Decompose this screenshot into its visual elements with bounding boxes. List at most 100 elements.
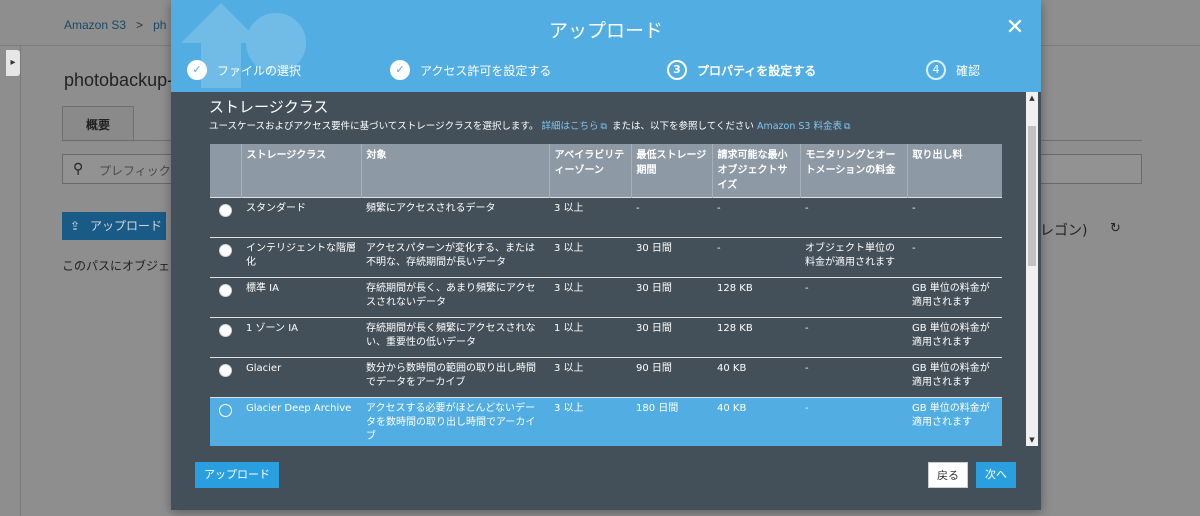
- header-min-storage-duration: 最低ストレージ期間: [630, 144, 712, 198]
- cell-retrieval-fee: -: [907, 197, 1002, 238]
- cell-use-case: 存続期間が長く頻繁にアクセスされない、重要性の低いデータ: [361, 317, 549, 358]
- external-link-icon: ⧉: [600, 122, 607, 132]
- description-text-2: または、以下を参照してください: [611, 121, 754, 132]
- cell-min-storage-duration: 30 日間: [631, 317, 712, 358]
- radio-button[interactable]: [219, 244, 232, 257]
- cell-min-storage-duration: 30 日間: [631, 237, 712, 278]
- step-number: 3: [667, 60, 687, 80]
- modal-content: ストレージクラス ユースケースおよびアクセス要件に基づいてストレージクラスを選択…: [195, 92, 1025, 446]
- radio-button[interactable]: [219, 364, 232, 377]
- step-label: アクセス許可を設定する: [420, 63, 552, 78]
- check-icon: ✓: [187, 60, 207, 80]
- cell-use-case: アクセスする必要がほとんどないデータを数時間の取り出し時間でアーカイブ: [361, 397, 549, 446]
- cell-use-case: 数分から数時間の範囲の取り出し時間でデータをアーカイブ: [361, 357, 549, 398]
- background-upload-button[interactable]: ⇪ アップロード: [62, 212, 166, 240]
- upload-icon: ⇪: [70, 219, 81, 233]
- empty-message: このパスにオブジェク: [62, 259, 183, 273]
- table-row[interactable]: スタンダード 頻繁にアクセスされるデータ 3 以上 - - - -: [210, 197, 1002, 238]
- upload-modal: アップロード ✕ ✓ ファイルの選択 ✓ アクセス許可を設定する 3 プロパティ…: [171, 0, 1041, 510]
- cell-min-object-size: 128 KB: [712, 317, 800, 358]
- step-number: 4: [926, 60, 946, 80]
- check-icon: ✓: [390, 60, 410, 80]
- table-row[interactable]: インテリジェントな階層化 アクセスパターンが変化する、または不明な、存続期間が長…: [210, 237, 1002, 278]
- tab-overview[interactable]: 概要: [62, 106, 134, 142]
- breadcrumb-bucket[interactable]: ph: [153, 18, 166, 32]
- step-label: 確認: [956, 63, 981, 78]
- scrollbar-thumb[interactable]: [1028, 126, 1036, 266]
- cell-use-case: 存続期間が長く、あまり頻繁にアクセスされないデータ: [361, 277, 549, 318]
- cell-retrieval-fee: GB 単位の料金が適用されます: [907, 277, 1002, 318]
- background-upload-label: アップロード: [90, 219, 163, 233]
- table-row[interactable]: 1 ゾーン IA 存続期間が長く頻繁にアクセスされない、重要性の低いデータ 1 …: [210, 317, 1002, 358]
- close-icon[interactable]: ✕: [1003, 16, 1027, 40]
- bucket-title: photobackup-: [64, 70, 174, 90]
- cell-monitoring-fee: -: [800, 317, 907, 358]
- breadcrumb-s3[interactable]: Amazon S3: [64, 18, 126, 32]
- cell-availability-zones: 3 以上: [549, 237, 631, 278]
- cell-availability-zones: 3 以上: [549, 357, 631, 398]
- step-select-files[interactable]: ✓ ファイルの選択: [187, 60, 301, 80]
- external-link-icon: ⧉: [843, 122, 851, 132]
- section-description: ユースケースおよびアクセス要件に基づいてストレージクラスを選択します。 詳細はこ…: [209, 118, 852, 132]
- cell-storage-class: Glacier Deep Archive: [241, 397, 361, 446]
- upload-button[interactable]: アップロード: [195, 462, 279, 488]
- cell-monitoring-fee: -: [800, 357, 907, 398]
- sidebar-divider: [20, 46, 21, 516]
- cell-min-storage-duration: -: [631, 197, 712, 238]
- scroll-up-icon[interactable]: ▲: [1026, 92, 1038, 104]
- breadcrumb: Amazon S3 > ph: [64, 18, 166, 32]
- radio-button[interactable]: [219, 324, 232, 337]
- content-scrollbar[interactable]: ▲ ▼: [1026, 92, 1038, 446]
- details-link[interactable]: 詳細はこちら: [542, 121, 599, 132]
- radio-button[interactable]: [219, 284, 232, 297]
- header-retrieval-fee: 取り出し料: [906, 144, 1002, 198]
- description-text: ユースケースおよびアクセス要件に基づいてストレージクラスを選択します。: [209, 121, 539, 132]
- section-title: ストレージクラス: [209, 98, 329, 116]
- cell-monitoring-fee: -: [800, 397, 907, 446]
- next-button[interactable]: 次へ: [976, 462, 1016, 488]
- header-storage-class: ストレージクラス: [240, 144, 361, 198]
- cell-min-object-size: -: [712, 237, 800, 278]
- header-monitoring-fee: モニタリングとオートメーションの料金: [799, 144, 907, 198]
- cell-min-object-size: 128 KB: [712, 277, 800, 318]
- step-permissions[interactable]: ✓ アクセス許可を設定する: [390, 60, 551, 80]
- cell-monitoring-fee: -: [800, 197, 907, 238]
- sidebar-toggle-icon[interactable]: ▸: [6, 50, 20, 76]
- storage-class-table: ストレージクラス 対象 アベイラビリティーゾーン 最低ストレージ期間 請求可能な…: [210, 144, 1002, 446]
- cell-min-object-size: 40 KB: [712, 397, 800, 446]
- step-review[interactable]: 4 確認: [926, 60, 980, 80]
- cell-min-storage-duration: 30 日間: [631, 277, 712, 318]
- table-header-row: ストレージクラス 対象 アベイラビリティーゾーン 最低ストレージ期間 請求可能な…: [210, 144, 1002, 198]
- cell-min-object-size: 40 KB: [712, 357, 800, 398]
- cell-storage-class: インテリジェントな階層化: [241, 237, 361, 278]
- header-availability-zones: アベイラビリティーゾーン: [548, 144, 631, 198]
- cell-monitoring-fee: オブジェクト単位の料金が適用されます: [800, 237, 907, 278]
- cell-availability-zones: 1 以上: [549, 317, 631, 358]
- region-label: レゴン): [1040, 223, 1088, 239]
- cell-storage-class: 1 ゾーン IA: [241, 317, 361, 358]
- cell-use-case: 頻繁にアクセスされるデータ: [361, 197, 549, 238]
- step-label: プロパティを設定する: [697, 63, 817, 78]
- back-button[interactable]: 戻る: [928, 462, 968, 488]
- cell-storage-class: スタンダード: [241, 197, 361, 238]
- radio-button[interactable]: [219, 404, 232, 417]
- search-placeholder: プレフィックス: [99, 164, 183, 178]
- header-min-object-size: 請求可能な最小オブジェクトサイズ: [711, 144, 800, 198]
- scroll-down-icon[interactable]: ▼: [1026, 434, 1038, 446]
- cell-monitoring-fee: -: [800, 277, 907, 318]
- cell-availability-zones: 3 以上: [549, 277, 631, 318]
- modal-title: アップロード: [548, 20, 663, 42]
- table-row-selected[interactable]: Glacier Deep Archive アクセスする必要がほとんどないデータを…: [210, 397, 1002, 446]
- table-row[interactable]: Glacier 数分から数時間の範囲の取り出し時間でデータをアーカイブ 3 以上…: [210, 357, 1002, 398]
- cell-min-object-size: -: [712, 197, 800, 238]
- refresh-icon[interactable]: ↻: [1110, 221, 1121, 236]
- modal-header: アップロード ✕ ✓ ファイルの選択 ✓ アクセス許可を設定する 3 プロパティ…: [171, 0, 1041, 92]
- table-row[interactable]: 標準 IA 存続期間が長く、あまり頻繁にアクセスされないデータ 3 以上 30 …: [210, 277, 1002, 318]
- header-radio: [210, 144, 241, 198]
- cell-retrieval-fee: GB 単位の料金が適用されます: [907, 397, 1002, 446]
- step-properties[interactable]: 3 プロパティを設定する: [667, 60, 816, 80]
- step-label: ファイルの選択: [217, 63, 302, 78]
- radio-button[interactable]: [219, 204, 232, 217]
- pricing-link[interactable]: Amazon S3 料金表: [757, 121, 842, 132]
- search-icon: ⚲: [73, 161, 84, 177]
